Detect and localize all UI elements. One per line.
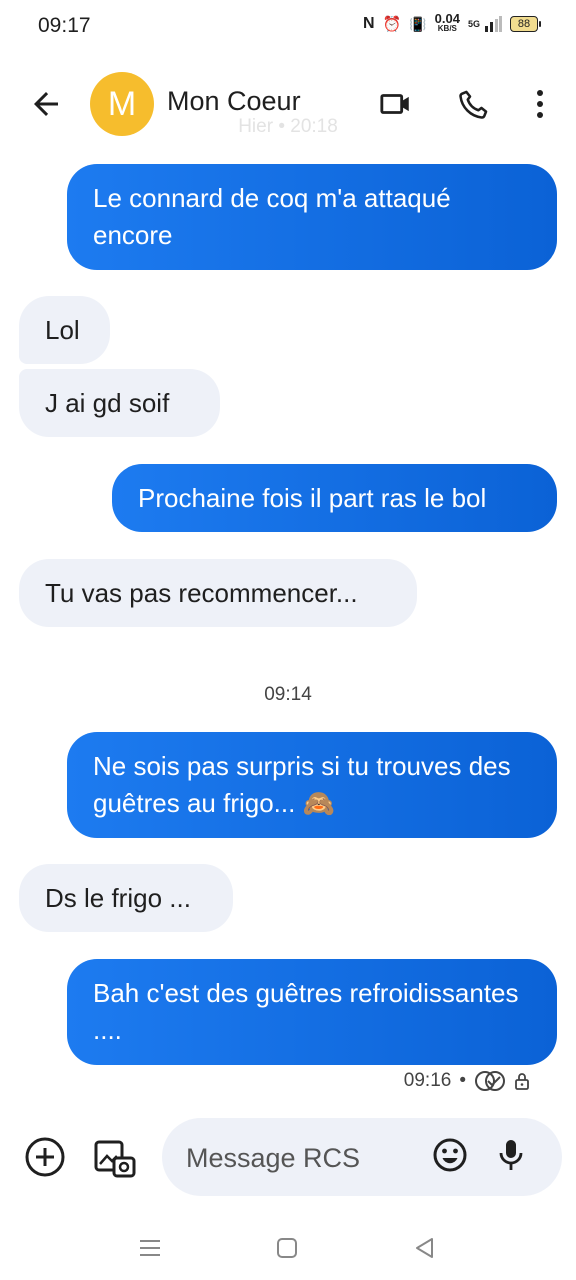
status-time: 09:17 [38, 14, 91, 37]
status-bar: 09:17 N ⏰ 📳 0.04 KB/S 5G 88 [0, 0, 576, 52]
nfc-icon: N [362, 15, 375, 32]
message-incoming[interactable]: Ds le frigo ... [19, 864, 233, 932]
gallery-icon[interactable] [92, 1136, 136, 1178]
vibrate-icon: 📳 [409, 15, 427, 32]
contact-name[interactable]: Mon Coeur [167, 86, 301, 117]
add-attachment-icon[interactable] [24, 1136, 66, 1178]
message-time: 09:16 [403, 1070, 452, 1091]
back-nav-icon[interactable] [410, 1233, 446, 1263]
message-outgoing[interactable]: Le connard de coq m'a attaqué encore [67, 164, 557, 270]
microphone-icon[interactable] [496, 1137, 536, 1177]
meta-dot: • [459, 1070, 466, 1091]
date-separator: 09:14 [264, 684, 312, 705]
battery-indicator: 88 [510, 16, 541, 32]
read-receipt-icon [475, 1071, 505, 1091]
alarm-icon: ⏰ [382, 16, 402, 33]
system-nav-bar [0, 1215, 576, 1280]
net-speed-value: 0.04 [434, 11, 460, 26]
status-icons: N ⏰ 📳 0.04 KB/S 5G 88 [362, 11, 541, 34]
net-speed: 0.04 KB/S [434, 11, 460, 34]
message-composer[interactable] [162, 1118, 562, 1198]
signal-icon [485, 16, 502, 32]
message-outgoing[interactable]: Prochaine fois il part ras le bol [112, 464, 557, 532]
lock-icon [515, 1073, 529, 1090]
message-meta: 09:16 • [404, 1070, 530, 1092]
network-label: 5G [467, 19, 480, 29]
message-incoming[interactable]: Lol [19, 296, 110, 364]
net-speed-unit: KB/S [437, 24, 457, 33]
message-outgoing[interactable]: Bah c'est des guêtres refroidissantes ..… [67, 959, 557, 1065]
recent-apps-icon[interactable] [135, 1233, 171, 1263]
faded-timestamp: Hier • 20:18 [238, 116, 338, 137]
message-incoming[interactable]: J ai gd soif [19, 369, 220, 437]
message-incoming[interactable]: Tu vas pas recommencer... [19, 559, 417, 627]
message-input[interactable] [184, 1118, 428, 1198]
emoji-icon[interactable] [432, 1137, 472, 1177]
home-icon[interactable] [272, 1233, 308, 1263]
message-outgoing[interactable]: Ne sois pas surpris si tu trouves des gu… [67, 732, 557, 838]
